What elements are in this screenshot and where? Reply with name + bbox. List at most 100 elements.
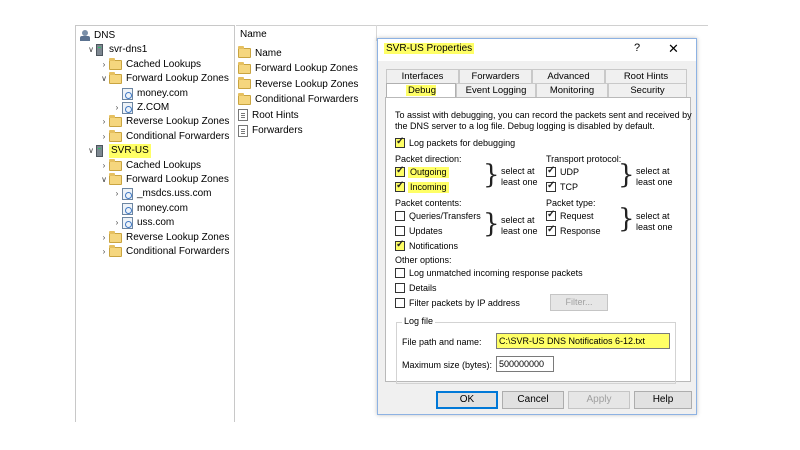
tree-item-label: Conditional Forwarders: [126, 130, 230, 142]
tab-monitoring[interactable]: Monitoring: [536, 83, 608, 97]
udp-checkbox[interactable]: [546, 165, 556, 177]
updates-checkbox[interactable]: [395, 226, 405, 236]
help-icon[interactable]: ?: [634, 42, 640, 54]
details-checkbox[interactable]: [395, 283, 405, 293]
cancel-button[interactable]: Cancel: [502, 391, 564, 409]
apply-button[interactable]: Apply: [568, 391, 630, 409]
chevron-right-icon[interactable]: ›: [99, 130, 109, 144]
close-icon[interactable]: ✕: [668, 41, 679, 57]
dialog-titlebar[interactable]: SVR-US Properties ? ✕: [378, 39, 696, 61]
response-label[interactable]: Response: [560, 226, 601, 237]
tab-forwarders[interactable]: Forwarders: [459, 69, 532, 83]
tree-item[interactable]: › Conditional Forwarders: [99, 129, 230, 144]
other-options-heading: Other options:: [395, 255, 452, 265]
tree-item[interactable]: › Cached Lookups: [99, 57, 201, 72]
packet-contents-heading: Packet contents:: [395, 198, 462, 208]
chevron-down-icon[interactable]: ∨: [86, 144, 96, 158]
transport-note-line1: select at: [636, 166, 670, 176]
chevron-down-icon[interactable]: ∨: [99, 72, 109, 86]
max-size-input[interactable]: 500000000: [496, 356, 554, 372]
list-item[interactable]: Forwarders: [238, 124, 303, 138]
tab-advanced[interactable]: Advanced: [532, 69, 605, 83]
list-item[interactable]: Root Hints: [238, 108, 299, 122]
tree-item[interactable]: › Reverse Lookup Zones: [99, 115, 229, 129]
list-item-label: Forwarders: [252, 125, 303, 136]
filter-ip-checkbox[interactable]: [395, 298, 405, 308]
tree-item[interactable]: ∨ svr-dns1: [86, 43, 147, 57]
notifications-label[interactable]: Notifications: [409, 241, 458, 252]
file-path-input[interactable]: C:\SVR-US DNS Notificatios 6-12.txt: [496, 333, 670, 349]
zone-icon: [122, 217, 133, 230]
response-checkbox[interactable]: [546, 224, 556, 236]
properties-dialog: SVR-US Properties ? ✕ Interfaces Forward…: [377, 38, 697, 415]
chevron-right-icon[interactable]: ›: [99, 58, 109, 72]
chevron-right-icon[interactable]: ›: [112, 187, 122, 201]
notifications-checkbox[interactable]: [395, 239, 405, 251]
chevron-down-icon[interactable]: ∨: [86, 43, 96, 57]
tree-item-label: uss.com: [137, 217, 175, 229]
tree-item[interactable]: › Z.COM: [112, 101, 169, 115]
filter-button[interactable]: Filter...: [550, 294, 608, 311]
incoming-checkbox[interactable]: [395, 180, 405, 192]
tab-debug-logging[interactable]: Debug Logging: [386, 83, 456, 109]
chevron-right-icon[interactable]: ›: [99, 231, 109, 245]
log-unmatched-checkbox[interactable]: [395, 268, 405, 278]
chevron-right-icon[interactable]: ›: [99, 245, 109, 259]
ok-button[interactable]: OK: [436, 391, 498, 409]
transport-brace: }: [618, 160, 635, 190]
intro-text-line2: the DNS server to a log file. Debug logg…: [395, 121, 655, 131]
tree-item[interactable]: ∨ Forward Lookup Zones: [99, 72, 229, 86]
tree-item[interactable]: › uss.com: [112, 216, 174, 230]
help-button[interactable]: Help: [634, 391, 692, 409]
udp-label[interactable]: UDP: [560, 167, 579, 178]
tree-item[interactable]: › Reverse Lookup Zones: [99, 230, 229, 245]
tcp-label[interactable]: TCP: [560, 182, 578, 193]
tree-item[interactable]: › Cached Lookups: [99, 158, 201, 173]
tree-item[interactable]: money.com: [112, 202, 188, 216]
outgoing-label[interactable]: Outgoing: [408, 167, 449, 178]
request-checkbox[interactable]: [546, 209, 556, 221]
tree-item[interactable]: DNS: [80, 29, 115, 43]
queries-transfers-checkbox[interactable]: [395, 211, 405, 221]
tree-item-label: SVR-US: [109, 144, 151, 159]
type-note-line1: select at: [636, 211, 670, 221]
tree-item[interactable]: money.com: [112, 87, 188, 101]
filter-ip-label[interactable]: Filter packets by IP address: [409, 298, 520, 309]
chevron-right-icon[interactable]: ›: [112, 101, 122, 115]
list-item[interactable]: Conditional Forwarders: [238, 92, 358, 107]
chevron-right-icon[interactable]: ›: [112, 216, 122, 230]
tab-root-hints[interactable]: Root Hints: [605, 69, 687, 83]
tree-item-label: Z.COM: [137, 102, 170, 113]
tree-item[interactable]: ∨ SVR-US: [86, 144, 151, 159]
tab-security[interactable]: Security: [608, 83, 687, 97]
log-packets-label[interactable]: Log packets for debugging: [409, 138, 515, 149]
log-unmatched-label[interactable]: Log unmatched incoming response packets: [409, 268, 583, 279]
list-item[interactable]: Name: [238, 46, 282, 60]
tree-item[interactable]: › _msdcs.uss.com: [112, 187, 211, 201]
chevron-down-icon[interactable]: ∨: [99, 173, 109, 187]
debug-logging-panel: To assist with debugging, you can record…: [385, 97, 692, 384]
tree-item[interactable]: › Conditional Forwarders: [99, 245, 229, 259]
tree-item[interactable]: ∨ Forward Lookup Zones: [99, 173, 229, 187]
tcp-checkbox[interactable]: [546, 180, 556, 192]
tab-event-logging[interactable]: Event Logging: [456, 83, 536, 97]
outgoing-checkbox[interactable]: [395, 165, 405, 177]
tab-interfaces[interactable]: Interfaces: [386, 69, 459, 83]
chevron-right-icon[interactable]: ›: [99, 115, 109, 129]
details-label[interactable]: Details: [409, 283, 437, 294]
queries-transfers-label[interactable]: Queries/Transfers: [409, 211, 481, 222]
file-path-label: File path and name:: [402, 337, 482, 347]
list-item[interactable]: Forward Lookup Zones: [238, 61, 358, 76]
tree-item-label: Forward Lookup Zones: [126, 174, 229, 185]
list-item-label: Root Hints: [252, 109, 299, 121]
tree-item-label: money.com: [137, 87, 188, 99]
incoming-label[interactable]: Incoming: [408, 182, 449, 193]
log-packets-checkbox[interactable]: [395, 136, 405, 148]
folder-icon: [109, 72, 122, 85]
updates-label[interactable]: Updates: [409, 226, 443, 237]
request-label[interactable]: Request: [560, 211, 594, 222]
document-icon: [238, 109, 248, 121]
list-item[interactable]: Reverse Lookup Zones: [238, 77, 358, 91]
name-column-header[interactable]: Name: [240, 29, 267, 40]
chevron-right-icon[interactable]: ›: [99, 159, 109, 173]
